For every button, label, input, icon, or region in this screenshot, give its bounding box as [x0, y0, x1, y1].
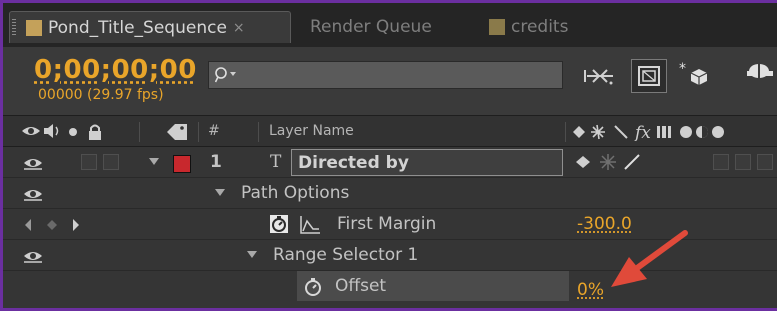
- expand-triangle-icon[interactable]: [215, 189, 225, 196]
- annotation-arrow: [611, 230, 688, 287]
- audio-speaker-icon[interactable]: [43, 123, 61, 139]
- expand-triangle-icon[interactable]: [149, 158, 159, 165]
- visibility-eye-icon[interactable]: [23, 155, 43, 171]
- lock-icon[interactable]: [87, 123, 103, 141]
- tab-credits[interactable]: credits: [489, 11, 568, 43]
- solo-switch[interactable]: [81, 154, 97, 170]
- layer-name: Directed by: [298, 152, 409, 173]
- solo-dot-icon[interactable]: [67, 123, 79, 139]
- close-icon[interactable]: ×: [233, 20, 245, 36]
- offset-label: Offset: [335, 276, 387, 296]
- tab-label: Pond_Title_Sequence: [48, 17, 227, 38]
- text-layer-icon: T: [270, 152, 282, 172]
- panel-grip-icon[interactable]: [12, 18, 16, 37]
- label-tag-icon[interactable]: [165, 123, 189, 141]
- path-options-row[interactable]: Path Options: [3, 178, 777, 209]
- column-header-row: # Layer Name fx: [3, 115, 777, 147]
- expand-triangle-icon[interactable]: [247, 251, 257, 258]
- visibility-eye-icon[interactable]: [23, 248, 43, 264]
- frame-blend-switch[interactable]: [735, 154, 751, 170]
- collapse-switch-icon[interactable]: [599, 153, 617, 171]
- lock-switch[interactable]: [103, 154, 119, 170]
- video-eye-icon[interactable]: [21, 123, 41, 139]
- visibility-eye-icon[interactable]: [23, 186, 43, 202]
- comp-swatch: [489, 19, 505, 35]
- svg-text:*: *: [679, 61, 686, 77]
- draft-3d-icon: [638, 66, 660, 86]
- range-selector-label: Range Selector 1: [273, 245, 419, 265]
- tab-label: Render Queue: [310, 17, 432, 37]
- column-divider[interactable]: [565, 122, 566, 142]
- search-icon: [215, 67, 236, 83]
- frame-blending-icon[interactable]: [745, 61, 775, 85]
- shy-switch-icon[interactable]: [575, 155, 591, 169]
- switches-icons[interactable]: fx: [571, 123, 777, 141]
- tab-render-queue[interactable]: Render Queue: [310, 11, 432, 43]
- label-color-swatch[interactable]: [173, 155, 191, 173]
- layer-name-field[interactable]: Directed by: [291, 149, 563, 176]
- path-options-label: Path Options: [241, 183, 350, 203]
- tab-bar: Pond_Title_Sequence × Render Queue credi…: [3, 3, 777, 47]
- current-time-display[interactable]: 0;00;00;00: [34, 55, 197, 85]
- search-box[interactable]: [208, 61, 563, 89]
- first-margin-label: First Margin: [337, 214, 437, 234]
- column-divider[interactable]: [258, 122, 259, 142]
- layer-number-column[interactable]: #: [208, 123, 220, 139]
- search-input[interactable]: [239, 62, 562, 88]
- graph-icon[interactable]: [299, 215, 321, 235]
- effect-switch[interactable]: [713, 154, 729, 170]
- comp-mini-flowchart-icon[interactable]: [583, 65, 617, 87]
- offset-value[interactable]: 0%: [577, 280, 604, 300]
- stopwatch-icon[interactable]: [269, 214, 289, 234]
- keyframe-navigator-icon[interactable]: [23, 217, 81, 233]
- layer-number: 1: [210, 152, 222, 172]
- column-divider[interactable]: [139, 122, 140, 142]
- hide-shy-layers-icon[interactable]: *: [679, 61, 709, 87]
- stopwatch-icon[interactable]: [303, 277, 323, 297]
- column-divider[interactable]: [198, 122, 199, 142]
- quality-switch-icon[interactable]: [623, 153, 641, 171]
- live-update-button[interactable]: [631, 59, 667, 93]
- timeline-panel: Pond_Title_Sequence × Render Queue credi…: [0, 0, 777, 311]
- motion-blur-switch[interactable]: [757, 154, 773, 170]
- timeline-header: 0;00;00;00 00000 (29.97 fps) *: [3, 47, 777, 115]
- tab-label: credits: [511, 17, 569, 37]
- tab-pond-title-sequence[interactable]: Pond_Title_Sequence ×: [9, 11, 291, 43]
- layer-row-1[interactable]: 1 T Directed by: [3, 147, 777, 178]
- layer-name-column[interactable]: Layer Name: [269, 123, 354, 139]
- frame-count-display: 00000 (29.97 fps): [38, 87, 164, 103]
- comp-swatch: [26, 19, 42, 36]
- svg-text:fx: fx: [633, 123, 651, 141]
